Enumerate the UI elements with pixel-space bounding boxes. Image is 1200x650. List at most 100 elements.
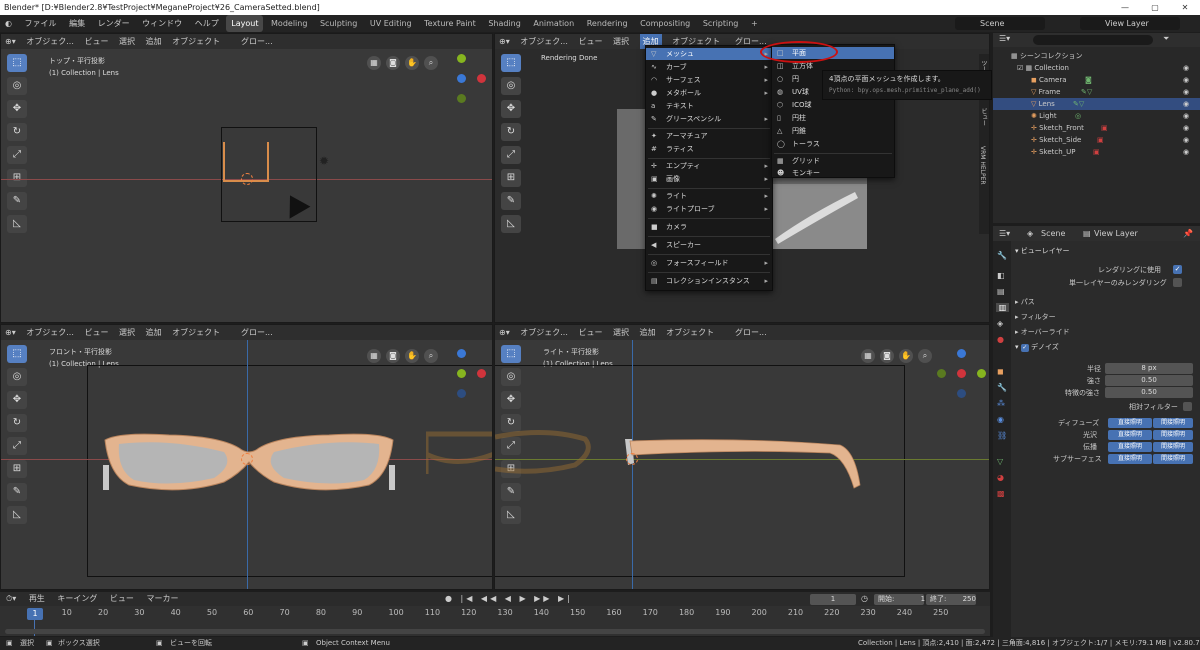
scene-selector[interactable]: Scene	[955, 17, 1045, 30]
eye-icon[interactable]: ◉	[1183, 74, 1189, 86]
tab-modeling[interactable]: Modeling	[266, 15, 312, 32]
view-layer-tab-icon[interactable]: ▥	[996, 303, 1009, 312]
feature-strength-field[interactable]: 0.50	[1105, 387, 1193, 398]
editor-type-icon[interactable]: ⊕▾	[499, 34, 510, 49]
orientation-dropdown[interactable]: グロー...	[735, 325, 767, 340]
measure-tool-icon[interactable]: ◺	[7, 215, 27, 233]
pan-hand-icon[interactable]: ✋	[899, 349, 913, 363]
gizmo-x-icon[interactable]	[477, 369, 486, 378]
diffuse-indirect-button[interactable]: 間接照明	[1153, 418, 1193, 428]
gizmo-x-icon[interactable]	[477, 74, 486, 83]
cursor-tool-icon[interactable]: ◎	[501, 77, 521, 95]
panel-override[interactable]: ▸ オーバーライド	[1015, 326, 1070, 338]
pan-hand-icon[interactable]: ✋	[405, 56, 419, 70]
editor-type-icon[interactable]: ⊕▾	[5, 34, 16, 49]
current-frame-field[interactable]: 1	[810, 594, 856, 605]
glossy-indirect-button[interactable]: 間接照明	[1153, 430, 1193, 440]
viewport-front[interactable]: ⊕▾ オブジェク... ビュー 選択 追加 オブジェクト グロー... フロント…	[0, 324, 493, 590]
pan-hand-icon[interactable]: ✋	[405, 349, 419, 363]
mode-menu[interactable]: オブジェク...	[26, 34, 74, 49]
close-button[interactable]: ✕	[1170, 0, 1200, 15]
gizmo-y-icon[interactable]	[977, 369, 986, 378]
editor-type-icon[interactable]: ☰▾	[999, 226, 1010, 241]
eye-icon[interactable]: ◉	[1183, 122, 1189, 134]
tab-compositing[interactable]: Compositing	[635, 15, 695, 32]
menu-item-armature[interactable]: ✦ アーマチュア	[646, 130, 772, 142]
add-menu[interactable]: 追加	[640, 325, 656, 340]
zoom-icon[interactable]: ⌕	[918, 349, 932, 363]
viewport-right[interactable]: ⊕▾ オブジェク... ビュー 選択 追加 オブジェクト グロー... ライト・…	[494, 324, 990, 590]
gizmo-z-icon[interactable]	[957, 349, 966, 358]
eye-icon[interactable]: ◉	[1183, 98, 1189, 110]
scene-tab-icon[interactable]: ◈	[997, 319, 1003, 328]
constraints-tab-icon[interactable]: ⛓	[997, 431, 1007, 440]
transmission-indirect-button[interactable]: 間接照明	[1153, 442, 1193, 452]
gizmo-x-icon[interactable]	[957, 369, 966, 378]
measure-tool-icon[interactable]: ◺	[7, 506, 27, 524]
tab-layout[interactable]: Layout	[226, 15, 264, 32]
modifier-tab-icon[interactable]: 🔧	[997, 383, 1007, 392]
subsurface-indirect-button[interactable]: 間接照明	[1153, 454, 1193, 464]
gizmo-y-icon[interactable]	[457, 369, 466, 378]
playback-controls[interactable]: ● |◀ ◀◀ ◀ ▶ ▶▶ ▶|	[445, 592, 573, 606]
panel-filter[interactable]: ▸ フィルター	[1015, 311, 1056, 323]
view-menu[interactable]: ビュー	[578, 34, 602, 49]
particles-tab-icon[interactable]: ⁂	[997, 399, 1005, 408]
select-tool-icon[interactable]: ⬚	[501, 345, 521, 363]
viewport-top[interactable]: ⊕▾ オブジェク... ビュー 選択 追加 オブジェクト グロー... トップ・…	[0, 33, 493, 323]
checkbox-icon[interactable]: ☑	[1017, 64, 1026, 72]
subsurface-direct-button[interactable]: 直接照明	[1108, 454, 1152, 464]
menu-item-image[interactable]: ▣ 画像 ▸	[646, 173, 772, 185]
outliner-row-sketch-front[interactable]: ✛ Sketch_Front ▣ ◉	[993, 122, 1200, 134]
gizmo-neg-z-icon[interactable]	[457, 389, 466, 398]
menu-item-ico-sphere[interactable]: ⬡ ICO球	[772, 99, 894, 111]
physics-tab-icon[interactable]: ◉	[997, 415, 1004, 424]
diffuse-direct-button[interactable]: 直接照明	[1108, 418, 1152, 428]
end-frame-field[interactable]: 終了: 250	[926, 594, 976, 605]
maximize-button[interactable]: ▢	[1140, 0, 1170, 15]
menu-file[interactable]: ファイル	[20, 15, 62, 32]
single-layer-checkbox[interactable]	[1173, 278, 1182, 287]
scale-tool-icon[interactable]: ⤢	[7, 146, 27, 164]
menu-item-surface[interactable]: ◠ サーフェス ▸	[646, 74, 772, 86]
mode-menu[interactable]: オブジェク...	[520, 34, 568, 49]
zoom-icon[interactable]: ⌕	[424, 56, 438, 70]
tab-vrm-helper[interactable]: VRM HELPER	[979, 146, 986, 185]
eye-icon[interactable]: ◉	[1183, 62, 1189, 74]
menu-item-grid[interactable]: ▦ グリッド	[772, 155, 894, 167]
mode-menu[interactable]: オブジェク...	[520, 325, 568, 340]
menu-item-camera[interactable]: ■ カメラ	[646, 221, 772, 233]
editor-type-icon[interactable]: ⏱▾	[6, 592, 16, 606]
select-tool-icon[interactable]: ⬚	[7, 54, 27, 72]
rotate-tool-icon[interactable]: ↻	[7, 123, 27, 141]
camera-view-icon[interactable]: ◙	[386, 349, 400, 363]
annotate-tool-icon[interactable]: ✎	[7, 192, 27, 210]
data-tab-icon[interactable]: ▽	[997, 457, 1003, 466]
select-menu[interactable]: 選択	[119, 34, 135, 49]
object-tab-icon[interactable]: ◼	[997, 367, 1004, 376]
gizmo-y-icon[interactable]	[457, 54, 466, 63]
menu-item-force-field[interactable]: ◎ フォースフィールド ▸	[646, 257, 772, 269]
annotate-tool-icon[interactable]: ✎	[7, 483, 27, 501]
object-menu[interactable]: オブジェクト	[172, 325, 220, 340]
tab-sculpting[interactable]: Sculpting	[315, 15, 362, 32]
glossy-direct-button[interactable]: 直接照明	[1108, 430, 1152, 440]
outliner-row-lens[interactable]: ▽ Lens ✎▽ ◉	[993, 98, 1200, 110]
menu-item-grease-pencil[interactable]: ✎ グリースペンシル ▸	[646, 113, 772, 125]
timeline-scrollbar[interactable]	[5, 629, 985, 634]
menu-window[interactable]: ウィンドウ	[137, 15, 187, 32]
view-layer-selector[interactable]: View Layer	[1080, 17, 1180, 30]
gizmo-z-icon[interactable]	[457, 74, 466, 83]
timeline-ruler[interactable]: 1102030405060708090100110120130140150160…	[0, 608, 990, 620]
outliner-row-frame[interactable]: ▽ Frame ✎▽ ◉	[993, 86, 1200, 98]
outliner-row-sketch-side[interactable]: ✛ Sketch_Side ▣ ◉	[993, 134, 1200, 146]
gizmo-z-icon[interactable]	[457, 349, 466, 358]
eye-icon[interactable]: ◉	[1183, 86, 1189, 98]
menu-edit[interactable]: 編集	[64, 15, 90, 32]
camera-view-icon[interactable]: ◙	[880, 349, 894, 363]
transform-tool-icon[interactable]: ⊞	[501, 169, 521, 187]
tool-tab-icon[interactable]: 🔧	[997, 251, 1007, 260]
gizmo-neg-z-icon[interactable]	[957, 389, 966, 398]
menu-item-monkey[interactable]: ☻ モンキー	[772, 167, 894, 179]
menu-item-lattice[interactable]: # ラティス	[646, 143, 772, 155]
